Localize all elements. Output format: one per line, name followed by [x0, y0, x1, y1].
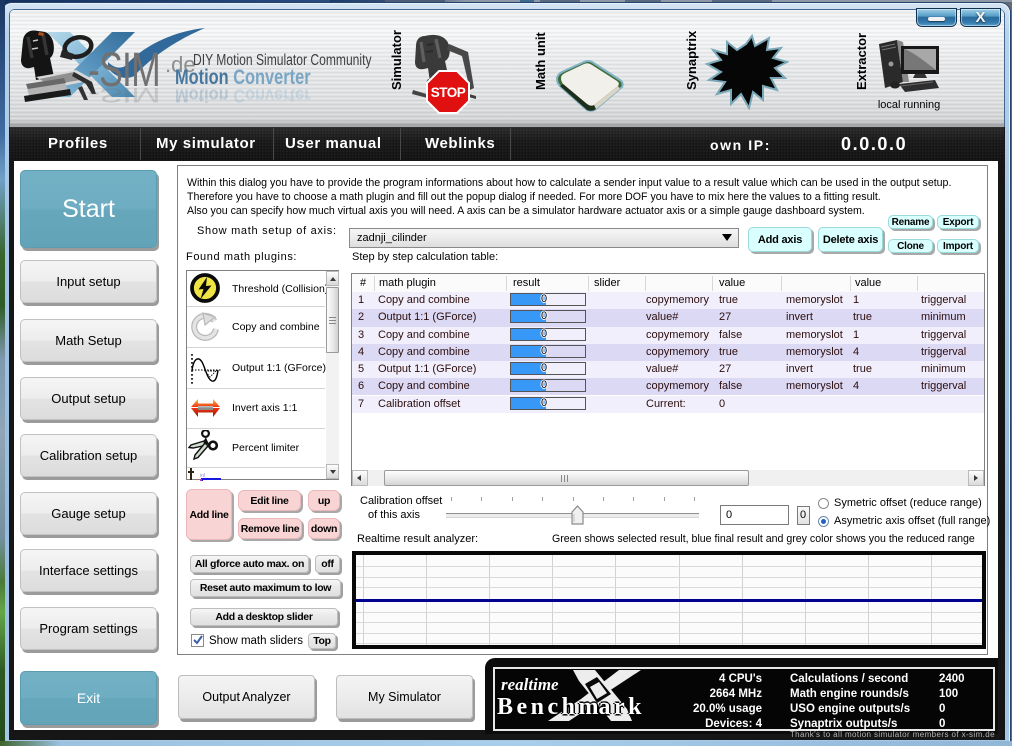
- svg-text:STOP: STOP: [431, 85, 466, 100]
